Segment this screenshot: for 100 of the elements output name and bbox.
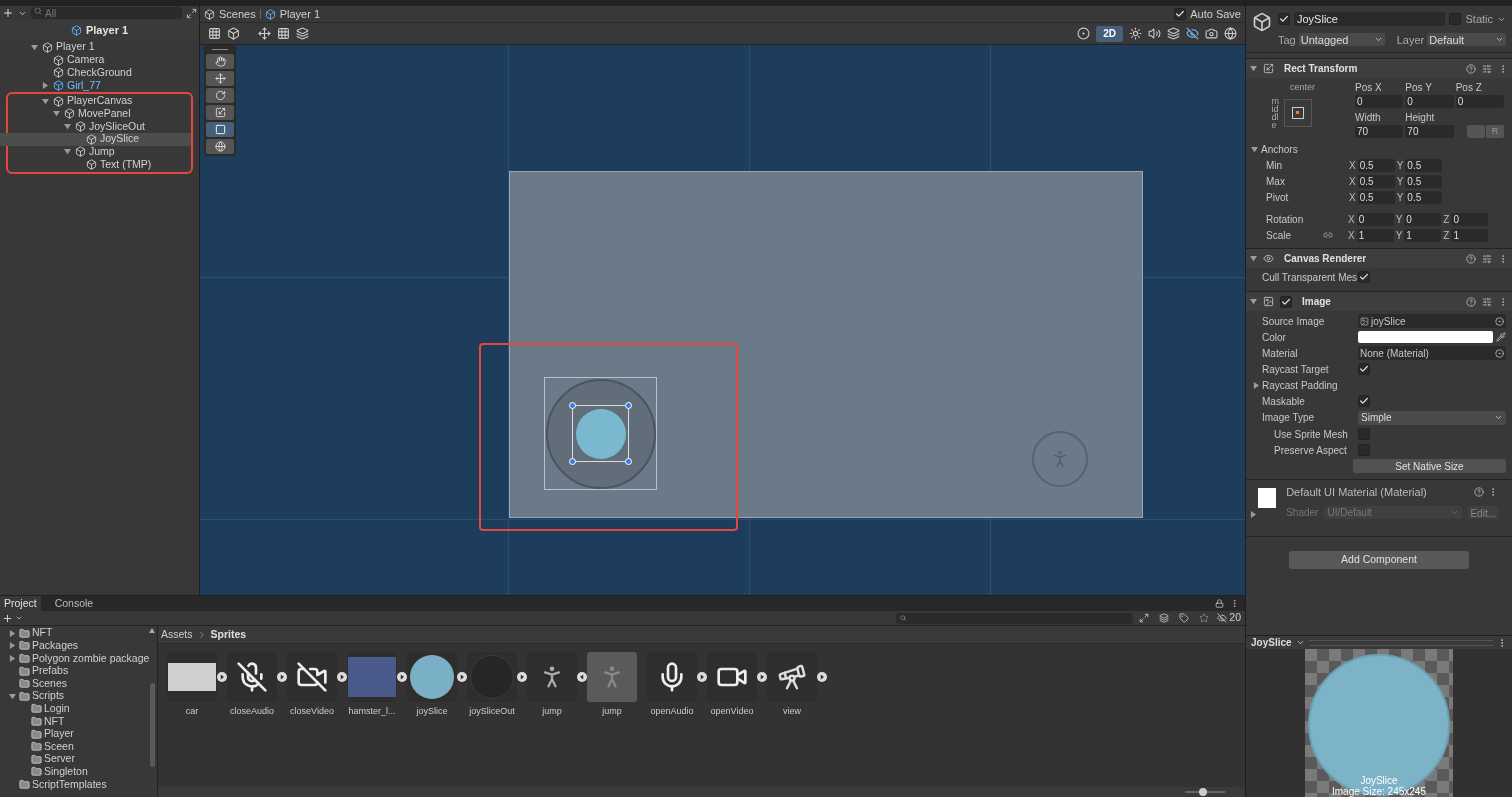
expand-arrow-icon[interactable]	[9, 642, 16, 650]
audio-icon[interactable]	[1148, 27, 1161, 40]
folder-item[interactable]: Polygon zombie package	[0, 652, 157, 665]
breadcrumb-item[interactable]: Player 1	[279, 5, 321, 23]
transform-tool-icon[interactable]	[206, 139, 234, 154]
help-icon[interactable]	[1466, 296, 1476, 307]
collapse-arrow-icon[interactable]	[42, 97, 49, 105]
collapse-arrow-icon[interactable]	[1251, 145, 1258, 153]
set-native-size-button[interactable]: Set Native Size	[1353, 459, 1506, 473]
asset-thumbnail[interactable]	[167, 652, 217, 702]
eyedropper-icon[interactable]	[1496, 332, 1506, 342]
hierarchy-item[interactable]: MovePanel	[0, 107, 191, 121]
scroll-up-icon[interactable]	[149, 628, 155, 633]
presets-icon[interactable]	[1482, 63, 1492, 74]
number-field[interactable]: 1	[1451, 228, 1489, 242]
collapse-arrow-icon[interactable]	[64, 148, 71, 156]
number-field[interactable]: 70	[1355, 125, 1404, 138]
checkbox[interactable]	[1358, 395, 1370, 407]
collapse-arrow-icon[interactable]	[1250, 65, 1257, 72]
number-field[interactable]: 0.5	[1357, 158, 1395, 172]
number-field[interactable]: 0	[1404, 212, 1442, 226]
shading-icon[interactable]	[1077, 27, 1091, 40]
scrollbar-thumb[interactable]	[149, 683, 155, 767]
object-field[interactable]: None (Material)	[1358, 346, 1506, 360]
joystick-drawing[interactable]	[544, 377, 657, 490]
folder-item[interactable]: Prefabs	[0, 664, 157, 678]
number-field[interactable]: 0	[1451, 212, 1489, 226]
dropdown[interactable]: Simple	[1358, 410, 1506, 425]
help-icon[interactable]	[1466, 253, 1476, 264]
help-icon[interactable]	[1466, 63, 1476, 74]
breadcrumb-item[interactable]: Sprites	[210, 626, 247, 643]
hierarchy-item[interactable]: PlayerCanvas	[0, 94, 191, 108]
collapse-arrow-icon[interactable]	[31, 43, 38, 51]
collapse-arrow-icon[interactable]	[64, 122, 71, 130]
cube-icon[interactable]	[227, 27, 240, 40]
number-field[interactable]: 1	[1404, 228, 1442, 242]
add-component-button[interactable]: Add Component	[1289, 550, 1469, 569]
more-icon[interactable]	[1230, 599, 1239, 608]
folder-item[interactable]: Player	[0, 727, 157, 741]
caret-icon[interactable]	[15, 614, 23, 622]
asset-thumbnail[interactable]	[347, 652, 397, 702]
2d-toggle[interactable]: 2D	[1096, 25, 1123, 42]
rotate-tool-icon[interactable]	[206, 88, 234, 103]
property-label[interactable]: Anchors	[1261, 141, 1298, 157]
favorites-icon[interactable]	[1199, 613, 1210, 623]
active-checkbox[interactable]	[1278, 13, 1290, 26]
asset-thumbnail[interactable]	[287, 652, 337, 702]
hierarchy-item[interactable]: Text (TMP)	[0, 158, 191, 171]
label-filter-icon[interactable]	[1179, 613, 1190, 623]
grid-icon[interactable]	[208, 27, 221, 40]
asset-thumbnail[interactable]	[767, 652, 817, 702]
auto-save-checkbox[interactable]	[1174, 8, 1187, 20]
number-field[interactable]: 0.5	[1405, 190, 1443, 204]
panel-tab[interactable]: Project	[0, 596, 41, 611]
number-field[interactable]: 0	[1405, 95, 1454, 108]
object-picker-icon[interactable]	[1495, 316, 1504, 326]
expand-arrow-icon[interactable]	[817, 672, 827, 682]
hierarchy-item[interactable]: JoySlice	[0, 132, 191, 146]
caret-icon[interactable]	[1295, 638, 1305, 647]
number-field[interactable]: 0	[1356, 212, 1394, 226]
presets-icon[interactable]	[1482, 296, 1492, 307]
hierarchy-item[interactable]: JoySliceOut	[0, 120, 191, 133]
folder-item[interactable]: Server	[0, 752, 157, 766]
camera-icon[interactable]	[1205, 27, 1218, 40]
collapse-arrow-icon[interactable]	[53, 110, 60, 118]
object-field[interactable]: joySlice	[1358, 314, 1506, 328]
scale-tool-icon[interactable]	[206, 105, 234, 120]
expand-arrow-icon[interactable]	[757, 672, 767, 682]
link-icon[interactable]	[1323, 230, 1333, 240]
asset-thumbnail[interactable]	[467, 652, 517, 702]
number-field[interactable]: 0.5	[1405, 174, 1443, 188]
hidden-packages-icon[interactable]	[1217, 613, 1228, 623]
search-field[interactable]	[896, 612, 1134, 624]
property-label[interactable]: Raycast Padding	[1262, 377, 1338, 393]
breadcrumb-item[interactable]: Scenes	[219, 5, 256, 23]
hierarchy-item[interactable]: Player 1	[0, 41, 199, 54]
folder-item[interactable]: Singleton	[0, 765, 157, 779]
help-icon[interactable]	[1474, 487, 1484, 498]
hand-tool-icon[interactable]	[206, 54, 234, 69]
expand-arrow-icon[interactable]	[217, 672, 227, 682]
expand-arrow-icon[interactable]	[42, 81, 49, 89]
visibility-icon[interactable]	[1186, 27, 1199, 40]
presets-icon[interactable]	[1482, 253, 1492, 264]
lock-icon[interactable]	[1215, 599, 1224, 608]
folder-item[interactable]: ScriptTemplates	[0, 778, 157, 791]
collapse-arrow-icon[interactable]	[9, 692, 16, 700]
folder-item[interactable]: NFT	[0, 715, 157, 728]
name-field[interactable]: JoySlice	[1294, 12, 1446, 27]
checkbox[interactable]	[1358, 363, 1370, 375]
enabled-checkbox[interactable]	[1280, 295, 1292, 308]
asset-thumbnail[interactable]	[527, 652, 577, 702]
collapse-arrow-icon[interactable]	[1250, 255, 1257, 262]
hierarchy-item[interactable]: CheckGround	[0, 66, 199, 80]
folder-item[interactable]: Scenes	[0, 677, 157, 690]
number-field[interactable]: 1	[1356, 228, 1394, 242]
asset-thumbnail[interactable]	[707, 652, 757, 702]
tag-dropdown[interactable]: Untagged	[1298, 33, 1385, 47]
number-field[interactable]: 70	[1405, 125, 1454, 138]
layers-icon[interactable]	[296, 27, 309, 40]
expand-arrow-icon[interactable]	[1250, 510, 1257, 518]
